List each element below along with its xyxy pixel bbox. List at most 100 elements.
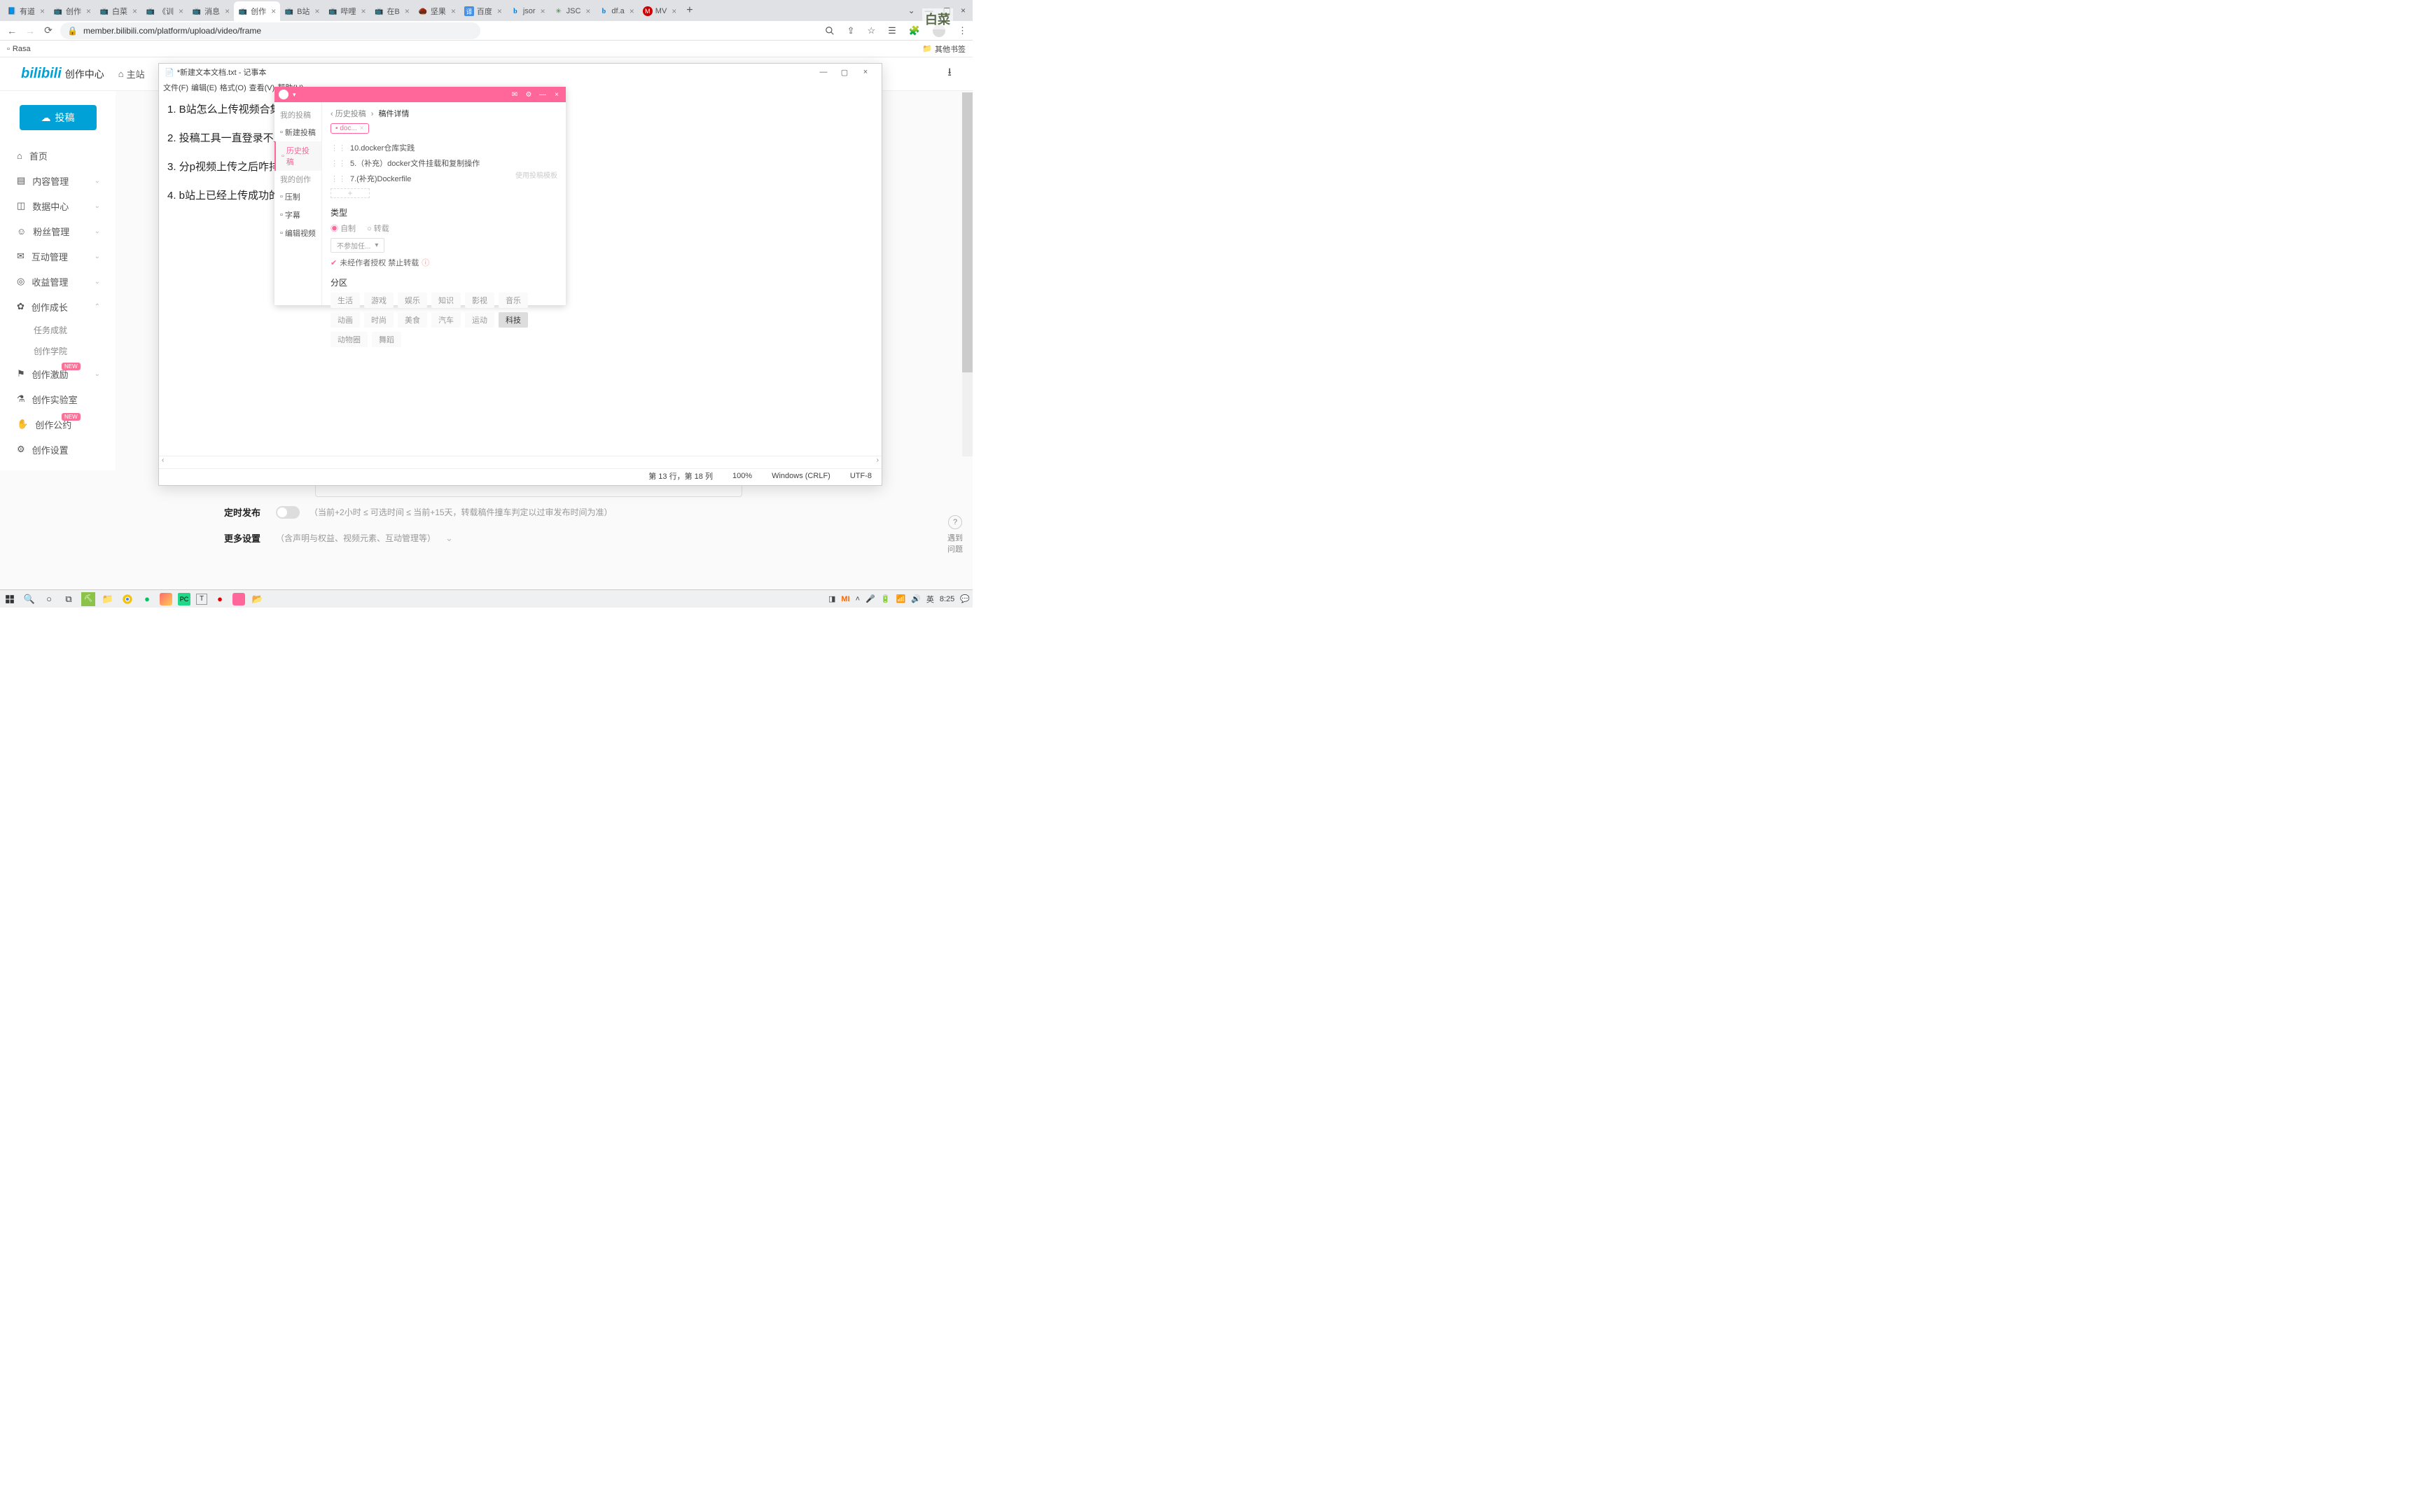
close-icon[interactable]: ×: [672, 6, 676, 16]
notepad-hscroll[interactable]: ‹›: [159, 456, 882, 468]
sidebar-item-pact[interactable]: ✋创作公约NEW: [7, 412, 109, 437]
cat-tech[interactable]: 科技: [499, 312, 528, 328]
tabs-dropdown-icon[interactable]: ⌄: [908, 6, 915, 15]
sidebar-item-compress[interactable]: ▫压制: [274, 188, 321, 206]
close-icon[interactable]: ×: [497, 6, 502, 16]
reload-button[interactable]: ⟳: [42, 24, 55, 36]
tray-xiaomi-icon[interactable]: MI: [841, 595, 849, 603]
sidebar-item-home[interactable]: ⌂首页: [7, 143, 109, 168]
help-float[interactable]: ? 遇到 问题: [947, 515, 963, 554]
tab-9[interactable]: 🌰坚果×: [414, 1, 460, 21]
sidebar-item-incentive[interactable]: ⚑创作激励NEW⌄: [7, 361, 109, 386]
taskbar-record[interactable]: ●: [213, 592, 227, 606]
breadcrumb-back[interactable]: ‹ 历史投稿: [331, 110, 366, 118]
tray-battery-icon[interactable]: 🔋: [881, 594, 891, 603]
close-icon[interactable]: ×: [630, 6, 634, 16]
tab-2[interactable]: 📺白菜×: [95, 1, 141, 21]
timed-publish-toggle[interactable]: [276, 506, 300, 519]
info-icon[interactable]: ⓘ: [422, 257, 429, 268]
part-item[interactable]: ⋮⋮5.（补充）docker文件挂载和复制操作: [331, 158, 557, 169]
drag-icon[interactable]: ⋮⋮: [331, 160, 346, 168]
cat-fashion[interactable]: 时尚: [364, 312, 394, 328]
close-icon[interactable]: ×: [179, 6, 183, 16]
close-icon[interactable]: ×: [585, 6, 590, 16]
tab-6[interactable]: 📺B站×: [280, 1, 324, 21]
drag-icon[interactable]: ⋮⋮: [331, 175, 346, 183]
minimize-icon[interactable]: —: [538, 91, 548, 99]
add-part-button[interactable]: +: [331, 188, 370, 198]
collection-tag[interactable]: ▪ doc...×: [331, 123, 369, 134]
menu-edit[interactable]: 编辑(E): [191, 82, 217, 93]
close-icon[interactable]: ×: [541, 6, 545, 16]
close-icon[interactable]: ×: [405, 6, 410, 16]
share-icon[interactable]: ⇪: [847, 25, 855, 36]
new-tab-button[interactable]: +: [681, 4, 698, 17]
use-template-button[interactable]: 使用投稿模板: [515, 169, 557, 180]
sidebar-item-data[interactable]: ◫数据中心⌄: [7, 193, 109, 218]
post-button[interactable]: ☁︎投稿: [20, 105, 97, 130]
radio-reprint[interactable]: ○ 转载: [367, 223, 389, 234]
url-input[interactable]: 🔒 member.bilibili.com/platform/upload/vi…: [60, 22, 480, 39]
tab-1[interactable]: 📺创作×: [49, 1, 95, 21]
tab-13[interactable]: bdf.a×: [594, 1, 638, 21]
sidebar-item-lab[interactable]: ⚗创作实验室: [7, 386, 109, 412]
close-icon[interactable]: ×: [40, 6, 45, 16]
notepad-close[interactable]: ×: [855, 68, 876, 77]
tray-mic-icon[interactable]: 🎤: [865, 594, 875, 603]
cat-sport[interactable]: 运动: [465, 312, 494, 328]
cat-anime[interactable]: 动画: [331, 312, 360, 328]
drag-icon[interactable]: ⋮⋮: [331, 144, 346, 153]
tab-7[interactable]: 📺哔哩×: [324, 1, 370, 21]
taskbar-folder[interactable]: 📂: [251, 592, 265, 606]
start-button[interactable]: [3, 592, 17, 606]
topbar-main-site[interactable]: ⌂主站: [118, 67, 145, 80]
activity-select[interactable]: 不参加任... ▾: [331, 238, 384, 253]
cat-game[interactable]: 游戏: [364, 293, 394, 308]
sidebar-item-new-post[interactable]: ▫新建投稿: [274, 123, 321, 141]
tray-notifications-icon[interactable]: 💬: [960, 594, 970, 603]
cat-food[interactable]: 美食: [398, 312, 427, 328]
other-bookmarks[interactable]: 📁其他书签: [922, 43, 966, 55]
notepad-titlebar[interactable]: 📄 *新建文本文档.txt - 记事本 — ▢ ×: [159, 64, 882, 80]
window-close-icon[interactable]: ×: [961, 6, 966, 15]
sidebar-item-interact[interactable]: ✉互动管理⌄: [7, 244, 109, 269]
sidebar-item-history[interactable]: ▫历史投稿: [274, 141, 321, 171]
tray-volume-icon[interactable]: 🔊: [911, 594, 921, 603]
bilibili-logo[interactable]: bilibili 创作中心: [21, 66, 104, 82]
task-view-icon[interactable]: ⧉: [62, 592, 76, 606]
close-icon[interactable]: ×: [451, 6, 456, 16]
cat-dance[interactable]: 舞蹈: [372, 332, 401, 347]
reading-list-icon[interactable]: ☰: [888, 25, 896, 36]
sidebar-item-growth[interactable]: ✿创作成长⌃: [7, 294, 109, 319]
tab-8[interactable]: 📺在B×: [370, 1, 413, 21]
close-icon[interactable]: ×: [552, 91, 562, 99]
close-icon[interactable]: ×: [361, 6, 366, 16]
notepad-minimize[interactable]: —: [813, 68, 834, 77]
close-icon[interactable]: ×: [86, 6, 91, 16]
download-icon[interactable]: ⭳: [947, 64, 952, 83]
taskbar-explorer[interactable]: 📁: [101, 592, 115, 606]
radio-original[interactable]: ◉ 自制: [331, 223, 356, 234]
cat-car[interactable]: 汽车: [431, 312, 461, 328]
uploader-dropdown-icon[interactable]: ▾: [293, 91, 296, 99]
taskbar-wechat[interactable]: ●: [140, 592, 154, 606]
taskbar-chrome[interactable]: [120, 592, 134, 606]
close-icon[interactable]: ×: [132, 6, 137, 16]
cat-knowledge[interactable]: 知识: [431, 293, 461, 308]
taskbar-app-5[interactable]: [160, 593, 172, 606]
menu-file[interactable]: 文件(F): [163, 82, 188, 93]
taskbar-pycharm[interactable]: PC: [178, 593, 190, 606]
tray-time[interactable]: 8:25: [940, 595, 954, 603]
taskbar-app-1[interactable]: ⛏: [81, 592, 95, 606]
tab-12[interactable]: ✳JSC×: [550, 1, 595, 21]
extensions-icon[interactable]: 🧩: [909, 25, 920, 36]
sidebar-item-fans[interactable]: ☺粉丝管理⌄: [7, 218, 109, 244]
taskbar-uploader[interactable]: [232, 593, 245, 606]
notepad-maximize[interactable]: ▢: [834, 68, 855, 77]
search-button[interactable]: 🔍: [22, 592, 36, 606]
tab-0[interactable]: 📘有道×: [3, 1, 49, 21]
cat-music[interactable]: 音乐: [499, 293, 528, 308]
tab-11[interactable]: bjsor×: [506, 1, 550, 21]
sidebar-item-settings[interactable]: ⚙创作设置: [7, 437, 109, 462]
taskbar-app-7[interactable]: T: [196, 594, 207, 605]
